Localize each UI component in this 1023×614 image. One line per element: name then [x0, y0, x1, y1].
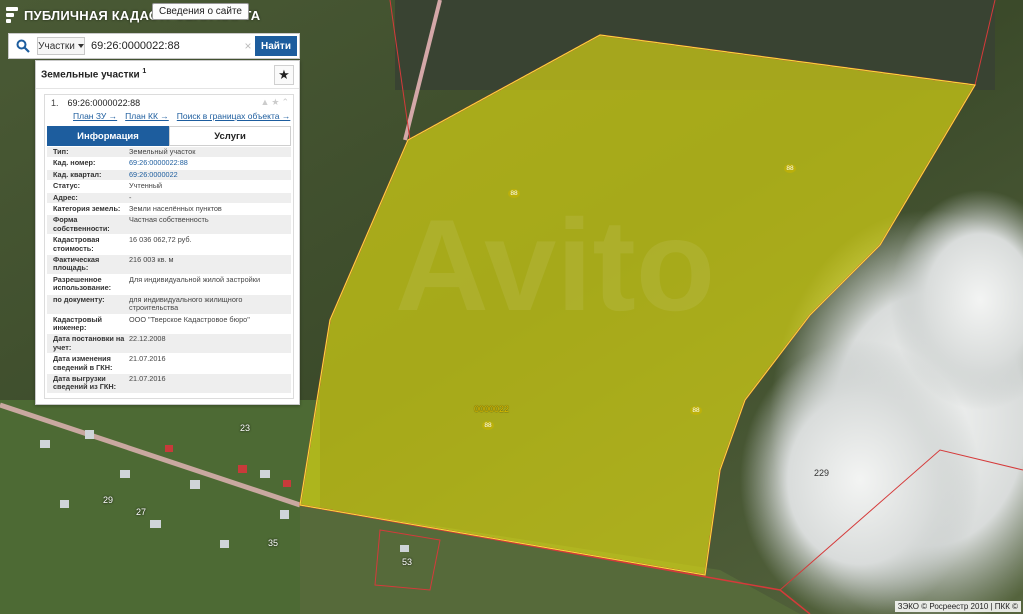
panel-title-text: Земельные участки: [41, 69, 140, 81]
info-row: Категория земель: Земли населённых пункто…: [47, 204, 291, 216]
search-icon[interactable]: [9, 34, 37, 58]
search-input[interactable]: [85, 37, 241, 55]
village-area: [0, 400, 320, 614]
info-value: 21.07.2016: [129, 373, 166, 383]
info-value: Учтенный: [129, 181, 163, 191]
attribution: ЗЭКО © Росреестр 2010 | ПКК ©: [894, 601, 1021, 612]
info-value: Частная собственность: [129, 215, 209, 225]
about-tooltip[interactable]: Сведения о сайте: [152, 3, 249, 20]
chevron-down-icon: [77, 44, 84, 48]
info-row: Дата постановки на учет: 22.12.2008: [47, 334, 291, 355]
info-label: Форма собственности:: [53, 215, 110, 233]
info-row: Дата выгрузки сведений из ГКН: 21.07.2016: [47, 373, 291, 394]
result-cadastral-id: 69:26:0000022:88: [67, 98, 141, 108]
info-label: Разрешенное использование:: [53, 274, 112, 293]
info-label: Категория земель:: [53, 204, 121, 214]
info-label: Статус:: [53, 181, 81, 191]
info-value[interactable]: 69:26:0000022: [127, 170, 291, 180]
info-row: Разрешенное использование: Для индивидуал…: [47, 274, 291, 295]
info-value: 22.12.2008: [129, 334, 166, 344]
info-label: Фактическая площадь:: [53, 255, 100, 273]
plan-zu-link[interactable]: План ЗУ →: [73, 111, 117, 124]
info-row: Статус: Учтенный: [47, 181, 291, 193]
collapse-icon[interactable]: ⌃: [281, 97, 289, 108]
info-row: Форма собственности: Частная собственност…: [47, 215, 291, 236]
panel-header: Земельные участки 1 ★: [36, 61, 299, 89]
info-row: Фактическая площадь: 216 003 кв. м: [47, 255, 291, 275]
info-value: -: [129, 192, 132, 202]
info-row: Кад. номер: 69:26:0000022:88: [47, 158, 291, 170]
info-label: Дата изменения сведений в ГКН:: [53, 354, 113, 372]
info-value: 16 036 062,72 руб.: [129, 235, 192, 245]
info-label: Кад. номер:: [53, 158, 96, 168]
plot-number-label: 88: [784, 164, 796, 173]
house-number: 27: [136, 507, 147, 517]
info-value: 21.07.2016: [129, 354, 166, 364]
search-bar: Участки × Найти: [8, 33, 300, 59]
info-label: по документу:: [53, 294, 105, 304]
info-table: Тип: Земельный участок Кад. номер: 69:26:00…: [47, 147, 291, 394]
plot-number-label: 88: [690, 406, 702, 415]
tab-services[interactable]: Услуги: [169, 126, 291, 146]
tab-information[interactable]: Информация: [47, 126, 169, 146]
result-number: 1.: [51, 98, 59, 108]
house-number: 23: [240, 423, 251, 433]
close-icon[interactable]: ×: [241, 39, 255, 53]
info-label: Кадастровая стоимость:: [53, 235, 100, 253]
info-value: ООО "Тверское Кадастровое бюро": [129, 314, 250, 324]
plot-number-label: 88: [508, 189, 520, 198]
result-tabs: Информация Услуги: [47, 126, 291, 146]
house-number: 229: [814, 468, 830, 478]
house-number: 35: [268, 538, 279, 548]
category-select-label: Участки: [38, 40, 75, 52]
results-panel: Земельные участки 1 ★ 1. 69:26:0000022:8…: [35, 60, 300, 405]
info-label: Тип:: [53, 147, 69, 156]
info-row: по документу: для индивидуального жилищно…: [47, 294, 291, 315]
house-number: 29: [103, 495, 114, 505]
result-count: 1: [142, 68, 147, 76]
info-label: Адрес:: [53, 192, 78, 202]
logo-icon: [6, 7, 18, 23]
info-row: Дата изменения сведений в ГКН: 21.07.2016: [47, 354, 291, 374]
info-value: для индивидуального жилищного строительс…: [129, 294, 243, 313]
category-select[interactable]: Участки: [37, 37, 85, 55]
plot-number-label: 88: [482, 421, 494, 430]
result-tools: ▲ ★ ⌃: [260, 97, 289, 108]
info-value: Земли населённых пунктов: [129, 204, 222, 214]
info-value: Земельный участок: [129, 147, 196, 156]
info-value[interactable]: 69:26:0000022:88: [127, 158, 291, 168]
search-in-bounds-link[interactable]: Поиск в границах объекта →: [177, 111, 291, 124]
info-label: Дата постановки на учет:: [53, 334, 125, 352]
house-number: 53: [402, 557, 413, 567]
result-card: 1. 69:26:0000022:88 ▲ ★ ⌃ План ЗУ → План…: [44, 94, 294, 399]
info-row: Адрес: -: [47, 192, 291, 205]
info-label: Кадастровый инженер:: [53, 314, 103, 332]
info-row: Тип: Земельный участок: [47, 147, 291, 159]
parcel-tag: 0000022: [474, 404, 510, 414]
info-value: Для индивидуальной жилой застройки: [129, 274, 261, 284]
star-icon[interactable]: ★: [271, 97, 279, 108]
favorite-star-icon[interactable]: ★: [274, 64, 294, 85]
plan-kk-link[interactable]: План КК →: [125, 111, 169, 124]
info-label: Кад. квартал:: [53, 169, 102, 179]
info-row: Кадастровая стоимость: 16 036 062,72 руб.: [47, 235, 291, 256]
result-links: План ЗУ → План КК → Поиск в границах объ…: [45, 111, 293, 124]
watermark: Avito: [395, 192, 716, 338]
info-value: 216 003 кв. м: [129, 255, 174, 265]
warning-icon[interactable]: ▲: [260, 97, 269, 108]
info-row: Кад. квартал: 69:26:0000022: [47, 169, 291, 182]
panel-title: Земельные участки 1: [41, 68, 146, 80]
search-button[interactable]: Найти: [255, 36, 297, 56]
result-title-row[interactable]: 1. 69:26:0000022:88 ▲ ★ ⌃: [45, 95, 293, 111]
info-row: Кадастровый инженер: ООО "Тверское Кадаст…: [47, 314, 291, 335]
info-label: Дата выгрузки сведений из ГКН:: [53, 373, 117, 392]
